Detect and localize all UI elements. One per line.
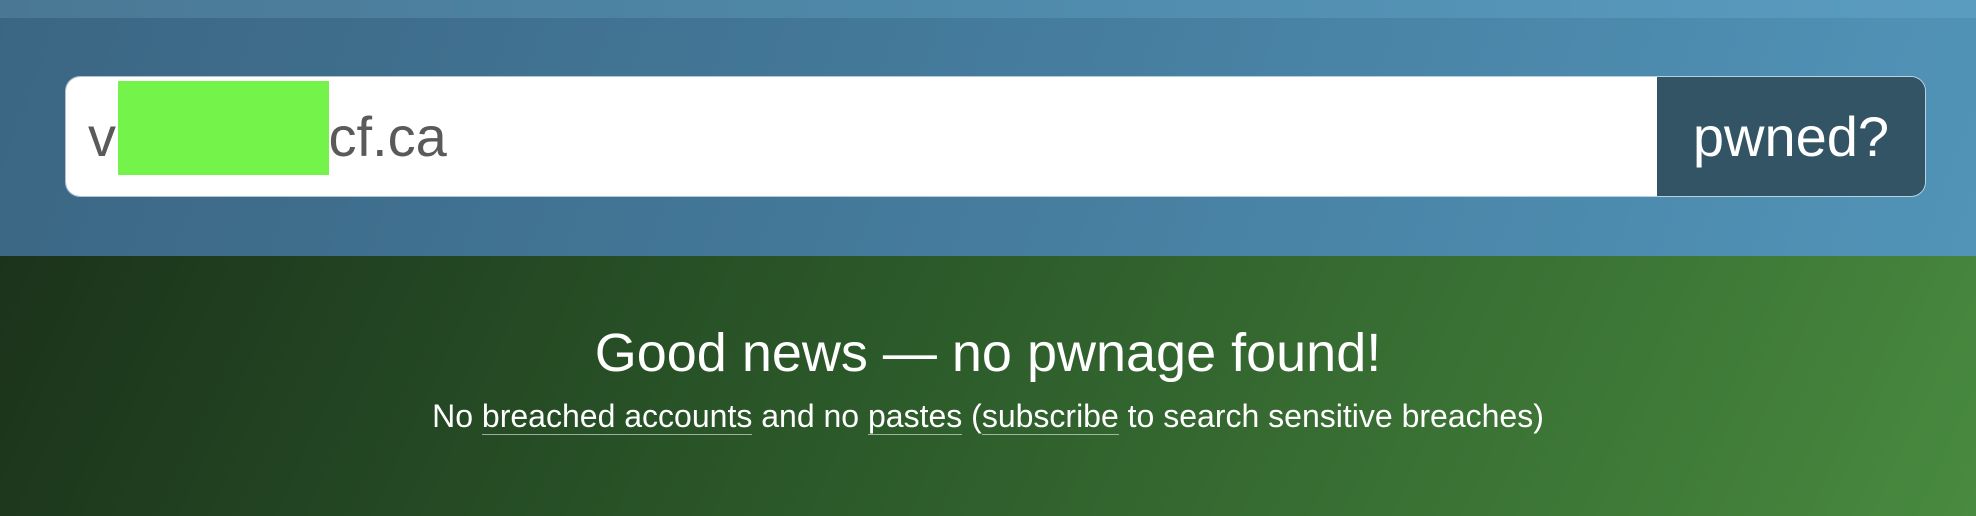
text-and-no: and no [761,398,860,434]
result-panel: Good news — no pwnage found! No breached… [0,256,1976,516]
result-description: No breached accounts and no pastes (subs… [0,398,1976,435]
text-open-paren: ( [971,398,982,434]
breached-accounts-link[interactable]: breached accounts [481,398,753,435]
top-strip [0,0,1976,18]
pastes-link[interactable]: pastes [867,398,963,435]
pwned-button[interactable]: pwned? [1657,77,1925,196]
text-no: No [432,398,474,434]
search-header: pwned? [0,0,1976,256]
subscribe-link[interactable]: subscribe [981,398,1119,435]
search-input-wrap [66,77,1657,196]
text-tail: to search sensitive breaches) [1127,398,1544,434]
redaction-box [118,81,329,175]
search-form: pwned? [66,77,1925,196]
result-title: Good news — no pwnage found! [594,323,1382,383]
